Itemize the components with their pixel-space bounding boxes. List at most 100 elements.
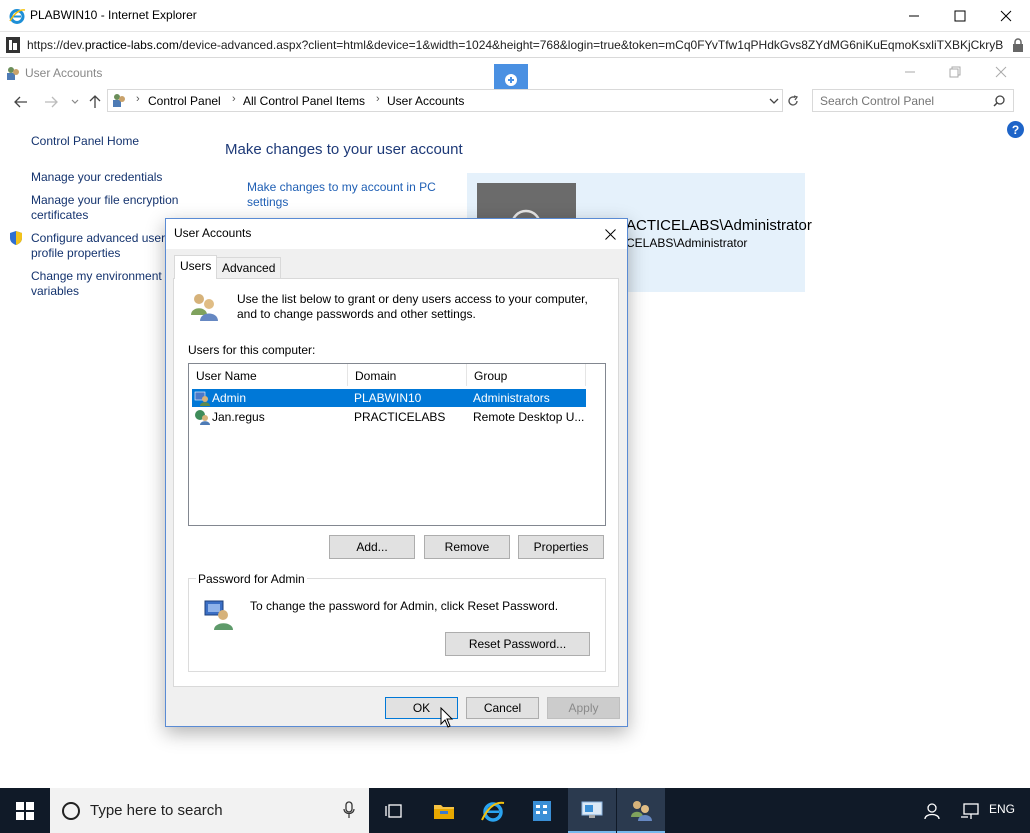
server-manager-button[interactable] [518,788,566,833]
maximize-icon [954,10,966,22]
column-header-user-name[interactable]: User Name [189,364,348,386]
mouse-cursor-icon [440,707,454,728]
cancel-button[interactable]: Cancel [466,697,539,719]
avatar [477,183,576,223]
user-accounts-icon [113,94,125,107]
minimize-button[interactable] [891,0,937,32]
taskbar-search[interactable]: Type here to search [50,788,369,833]
password-group [188,578,606,672]
chevron-down-icon [71,99,79,104]
reset-password-button[interactable]: Reset Password... [445,632,590,656]
password-instructions: To change the password for Admin, click … [250,599,559,613]
file-explorer-button[interactable] [420,788,468,833]
close-button[interactable] [983,0,1029,32]
task-view-button[interactable] [370,788,418,833]
advanced-profile-link[interactable]: Configure advanced user profile properti… [31,231,171,261]
users-list-label: Users for this computer: [188,343,316,357]
url-text[interactable]: https://dev.practice-labs.com/device-adv… [27,38,1007,52]
chevron-right-icon: › [136,93,140,105]
account-subtitle: CELABS\Administrator [626,236,748,250]
users-icon [191,294,218,321]
cell-group: Administrators [473,391,550,405]
add-user-button[interactable]: Add... [329,535,415,559]
close-icon [604,228,616,240]
windows-logo-icon [16,801,34,820]
forward-button[interactable] [41,92,61,112]
tab-advanced[interactable]: Advanced [216,257,282,278]
plus-circle-icon [505,74,517,86]
shield-icon [10,231,22,245]
cell-domain: PLABWIN10 [354,391,422,405]
control-panel-home-link[interactable]: Control Panel Home [31,134,139,149]
column-header-group[interactable]: Group [467,364,586,386]
remove-user-button[interactable]: Remove [424,535,510,559]
breadcrumb-all-items[interactable]: All Control Panel Items [243,94,365,108]
password-group-legend: Password for Admin [196,572,307,586]
page-title: Make changes to your user account [225,141,463,158]
table-row[interactable]: Jan.regus PRACTICELABS Remote Desktop U.… [192,408,586,426]
microphone-icon[interactable] [343,801,355,819]
chevron-down-icon[interactable] [769,98,779,105]
folder-icon [434,804,454,819]
taskbar-search-placeholder: Type here to search [90,802,223,819]
maximize-button[interactable] [937,0,983,32]
lock-icon [1013,38,1023,52]
ie-titlebar: PLABWIN10 - Internet Explorer [0,0,1030,32]
help-icon[interactable]: ? [1007,121,1024,138]
internet-explorer-icon [9,9,26,24]
tab-users[interactable]: Users [174,255,218,279]
breadcrumb[interactable]: › Control Panel › All Control Panel Item… [107,89,783,112]
up-button[interactable] [85,92,105,112]
cortana-icon [62,802,80,820]
search-input[interactable] [820,94,990,108]
url-domain: practice-labs.com [84,38,179,52]
user-accounts-dialog: User Accounts Users Advanced Use the lis… [165,218,628,728]
admin-user-icon [194,391,210,406]
people-button[interactable] [913,788,953,833]
site-icon [6,37,20,53]
apply-button[interactable]: Apply [547,697,620,719]
users-list[interactable]: User Name Domain Group Admin PLABWIN10 A… [188,363,606,526]
pc-settings-link[interactable]: Make changes to my account in PC setting… [247,180,457,210]
cell-user-name: Admin [212,391,247,405]
arrow-right-icon [45,96,58,108]
chevron-right-icon: › [232,93,236,105]
server-manager-icon [533,800,551,821]
network-button[interactable] [950,788,990,833]
cp-restore-button[interactable] [932,58,978,86]
dialog-close-button[interactable] [598,223,622,245]
window-title: PLABWIN10 - Internet Explorer [30,8,197,22]
cell-user-name: Jan.regus [212,410,265,424]
back-button[interactable] [11,92,31,112]
environment-variables-link[interactable]: Change my environment variables [31,269,171,299]
input-language-indicator[interactable]: ENG [989,802,1015,816]
monitor-icon [581,801,603,818]
recent-locations-button[interactable] [65,92,85,112]
manage-credentials-link[interactable]: Manage your credentials [31,170,162,185]
start-button[interactable] [0,788,50,833]
refresh-button[interactable] [784,89,802,112]
breadcrumb-user-accounts[interactable]: User Accounts [387,94,464,108]
dialog-titlebar[interactable]: User Accounts [166,219,627,249]
breadcrumb-control-panel[interactable]: Control Panel [148,94,221,108]
search-icon[interactable] [993,95,1005,107]
search-box[interactable] [812,89,1014,112]
cp-close-button[interactable] [978,58,1024,86]
cp-minimize-button[interactable] [887,58,933,86]
url-rest: /device-advanced.aspx?client=html&device… [178,38,1004,52]
control-panel-title: User Accounts [25,66,103,80]
address-bar[interactable]: https://dev.practice-labs.com/device-adv… [0,32,1030,58]
properties-button[interactable]: Properties [518,535,604,559]
url-prefix: https://dev. [27,38,85,52]
domain-user-icon [195,410,210,425]
user-accounts-taskbar-button[interactable] [617,788,665,833]
internet-explorer-icon [481,801,505,822]
remote-desktop-button[interactable] [568,788,616,833]
cell-group: Remote Desktop U... [473,410,585,424]
taskbar: Type here to search ENG [0,788,1030,833]
column-header-domain[interactable]: Domain [348,364,467,386]
internet-explorer-button[interactable] [469,788,517,833]
task-view-icon [385,803,402,818]
intro-text: Use the list below to grant or deny user… [237,292,588,321]
table-row[interactable]: Admin PLABWIN10 Administrators [192,389,586,407]
